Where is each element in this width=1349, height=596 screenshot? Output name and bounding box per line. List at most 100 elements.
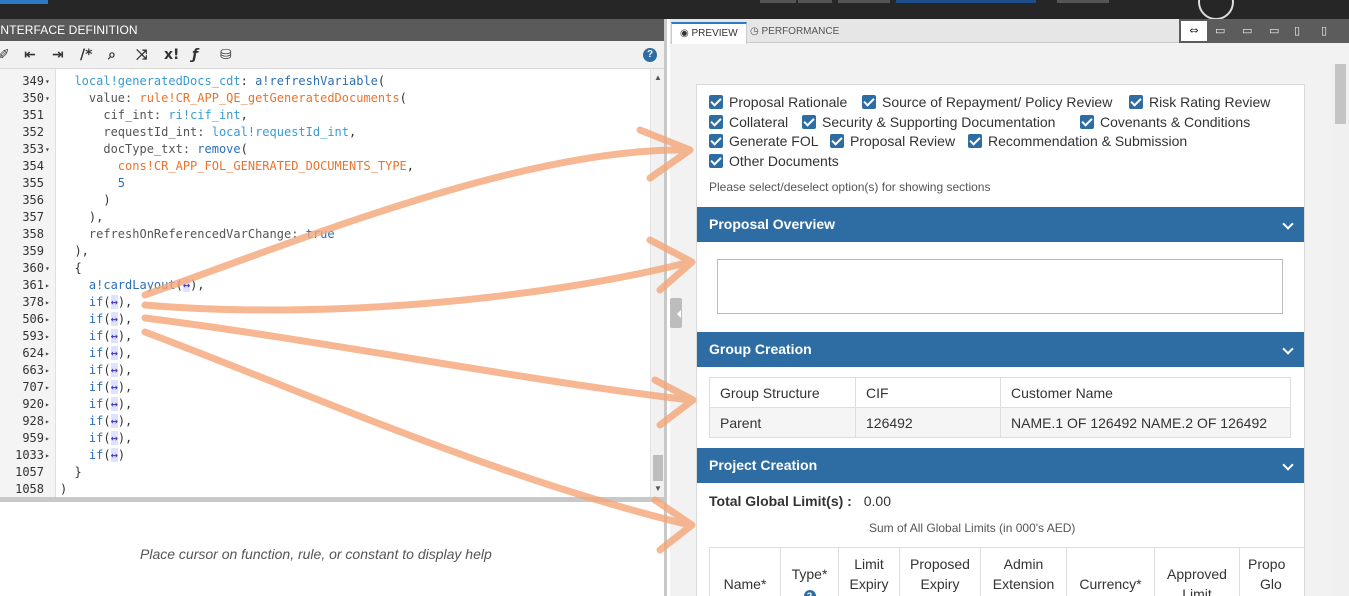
fold-open-icon[interactable]: ▾ xyxy=(45,141,50,158)
code-line[interactable]: 351 cif_int: ri!cif_int, xyxy=(0,107,650,124)
checkbox-checked-icon[interactable] xyxy=(1129,95,1143,109)
preview-scrollbar[interactable] xyxy=(1332,64,1349,596)
code-line[interactable]: 359 ), xyxy=(0,243,650,260)
fold-closed-icon[interactable]: ▸ xyxy=(45,328,50,345)
expand-collapsed-icon[interactable]: ↔ xyxy=(110,346,118,360)
shuffle-icon[interactable]: ⤨ xyxy=(136,47,147,63)
section-checkbox[interactable]: Risk Rating Review xyxy=(1129,94,1270,110)
checkbox-checked-icon[interactable] xyxy=(802,115,816,129)
code-line[interactable]: 354 cons!CR_APP_FOL_GENERATED_DOCUMENTS_… xyxy=(0,158,650,175)
checkbox-checked-icon[interactable] xyxy=(968,134,982,148)
phone-icon[interactable]: ▯ xyxy=(1321,24,1327,37)
top-button[interactable] xyxy=(798,0,832,3)
proposal-overview-textarea[interactable] xyxy=(717,259,1283,314)
fold-open-icon[interactable]: ▾ xyxy=(45,260,50,277)
code-line[interactable]: 928 ▸ if(↔), xyxy=(0,413,650,430)
checkbox-checked-icon[interactable] xyxy=(1080,115,1094,129)
help-icon[interactable]: ? xyxy=(781,586,838,596)
code-line[interactable]: 1058) xyxy=(0,481,650,497)
section-checkbox[interactable]: Recommendation & Submission xyxy=(968,133,1187,149)
chevron-down-icon[interactable] xyxy=(1282,343,1294,355)
code-line[interactable]: 920 ▸ if(↔), xyxy=(0,396,650,413)
code-line[interactable]: 358 refreshOnReferencedVarChange: true xyxy=(0,226,650,243)
code-line[interactable]: 1057 } xyxy=(0,464,650,481)
section-checkbox[interactable]: Collateral xyxy=(709,114,788,130)
section-header-proposal-overview[interactable]: Proposal Overview xyxy=(697,207,1304,242)
section-checkbox[interactable]: Proposal Review xyxy=(830,133,955,149)
section-header-group-creation[interactable]: Group Creation xyxy=(697,332,1304,367)
code-line[interactable]: 593 ▸ if(↔), xyxy=(0,328,650,345)
top-button[interactable] xyxy=(760,0,796,3)
expand-collapsed-icon[interactable]: ↔ xyxy=(110,363,118,377)
fold-closed-icon[interactable]: ▸ xyxy=(45,362,50,379)
code-line[interactable]: 506 ▸ if(↔), xyxy=(0,311,650,328)
code-line[interactable]: 360 ▾ { xyxy=(0,260,650,277)
fold-open-icon[interactable]: ▾ xyxy=(45,73,50,90)
code-line[interactable]: 353 ▾ docType_txt: remove( xyxy=(0,141,650,158)
section-checkbox[interactable]: Proposal Rationale xyxy=(709,94,847,110)
expand-collapsed-icon[interactable]: ↔ xyxy=(110,431,118,445)
code-line[interactable]: 663 ▸ if(↔), xyxy=(0,362,650,379)
help-icon[interactable]: ? xyxy=(643,48,657,62)
top-button[interactable] xyxy=(838,0,890,3)
code-line[interactable]: 350 ▾ value: rule!CR_APP_QE_getGeneratedD… xyxy=(0,90,650,107)
indent-icon[interactable]: ⇥ xyxy=(52,47,64,63)
expand-collapsed-icon[interactable]: ↔ xyxy=(110,448,118,462)
checkbox-checked-icon[interactable] xyxy=(862,95,876,109)
expand-collapsed-icon[interactable]: ↔ xyxy=(110,414,118,428)
checkbox-checked-icon[interactable] xyxy=(709,154,723,168)
desktop-icon[interactable]: ▭ xyxy=(1215,24,1225,37)
fold-closed-icon[interactable]: ▸ xyxy=(45,396,50,413)
code-line[interactable]: 361 ▸ a!cardLayout(↔), xyxy=(0,277,650,294)
expand-collapsed-icon[interactable]: ↔ xyxy=(110,329,118,343)
fold-closed-icon[interactable]: ▸ xyxy=(45,277,50,294)
top-button[interactable] xyxy=(1057,0,1109,3)
monitor-icon[interactable]: ▭ xyxy=(1242,24,1252,37)
expand-collapsed-icon[interactable]: ↔ xyxy=(182,278,191,292)
code-line[interactable]: 355 5 xyxy=(0,175,650,192)
user-avatar[interactable] xyxy=(1198,0,1234,20)
scroll-thumb[interactable] xyxy=(653,455,663,481)
tablet-portrait-icon[interactable]: ▯ xyxy=(1294,24,1300,37)
fold-closed-icon[interactable]: ▸ xyxy=(45,345,50,362)
section-checkbox[interactable]: Covenants & Conditions xyxy=(1080,114,1250,130)
outdent-icon[interactable]: ⇤ xyxy=(24,47,36,63)
section-checkbox[interactable]: Source of Repayment/ Policy Review xyxy=(862,94,1112,110)
wand-icon[interactable]: ✐ xyxy=(0,47,10,63)
top-primary-button[interactable] xyxy=(896,0,1036,3)
expand-collapsed-icon[interactable]: ↔ xyxy=(110,380,118,394)
code-line[interactable]: 1033 ▸ if(↔) xyxy=(0,447,650,464)
section-checkbox[interactable]: Generate FOL xyxy=(709,133,819,149)
code-line[interactable]: 378 ▸ if(↔), xyxy=(0,294,650,311)
collapse-left-handle[interactable] xyxy=(670,298,682,328)
comment-icon[interactable]: /* xyxy=(80,47,92,63)
code-line[interactable]: 356 ) xyxy=(0,192,650,209)
search-icon[interactable]: ⌕ xyxy=(108,47,116,63)
code-line[interactable]: 959 ▸ if(↔), xyxy=(0,430,650,447)
fold-closed-icon[interactable]: ▸ xyxy=(45,311,50,328)
code-line[interactable]: 352 requestId_int: local!requestId_int, xyxy=(0,124,650,141)
code-line[interactable]: 349 ▾ local!generatedDocs_cdt: a!refreshV… xyxy=(0,73,650,90)
editor-scrollbar[interactable]: ▲ ▼ xyxy=(650,69,664,497)
fold-open-icon[interactable]: ▾ xyxy=(45,90,50,107)
code-line[interactable]: 707 ▸ if(↔), xyxy=(0,379,650,396)
fold-closed-icon[interactable]: ▸ xyxy=(45,430,50,447)
database-icon[interactable]: ⛁ xyxy=(220,47,232,63)
tab-performance[interactable]: ◷ PERFORMANCE xyxy=(742,22,847,44)
fold-closed-icon[interactable]: ▸ xyxy=(45,294,50,311)
section-header-project-creation[interactable]: Project Creation xyxy=(697,448,1304,483)
expand-collapsed-icon[interactable]: ↔ xyxy=(110,312,118,326)
function-icon[interactable]: ƒ xyxy=(192,47,198,63)
expand-collapsed-icon[interactable]: ↔ xyxy=(110,397,118,411)
chevron-down-icon[interactable] xyxy=(1282,459,1294,471)
fold-closed-icon[interactable]: ▸ xyxy=(45,379,50,396)
checkbox-checked-icon[interactable] xyxy=(709,95,723,109)
fold-closed-icon[interactable]: ▸ xyxy=(45,447,50,464)
section-checkbox[interactable]: Other Documents xyxy=(709,153,839,169)
expand-collapsed-icon[interactable]: ↔ xyxy=(110,295,118,309)
tablet-landscape-icon[interactable]: ▭ xyxy=(1269,24,1279,37)
validate-icon[interactable]: x! xyxy=(164,47,179,63)
section-checkbox[interactable]: Security & Supporting Documentation xyxy=(802,114,1055,130)
checkbox-checked-icon[interactable] xyxy=(709,134,723,148)
checkbox-checked-icon[interactable] xyxy=(830,134,844,148)
